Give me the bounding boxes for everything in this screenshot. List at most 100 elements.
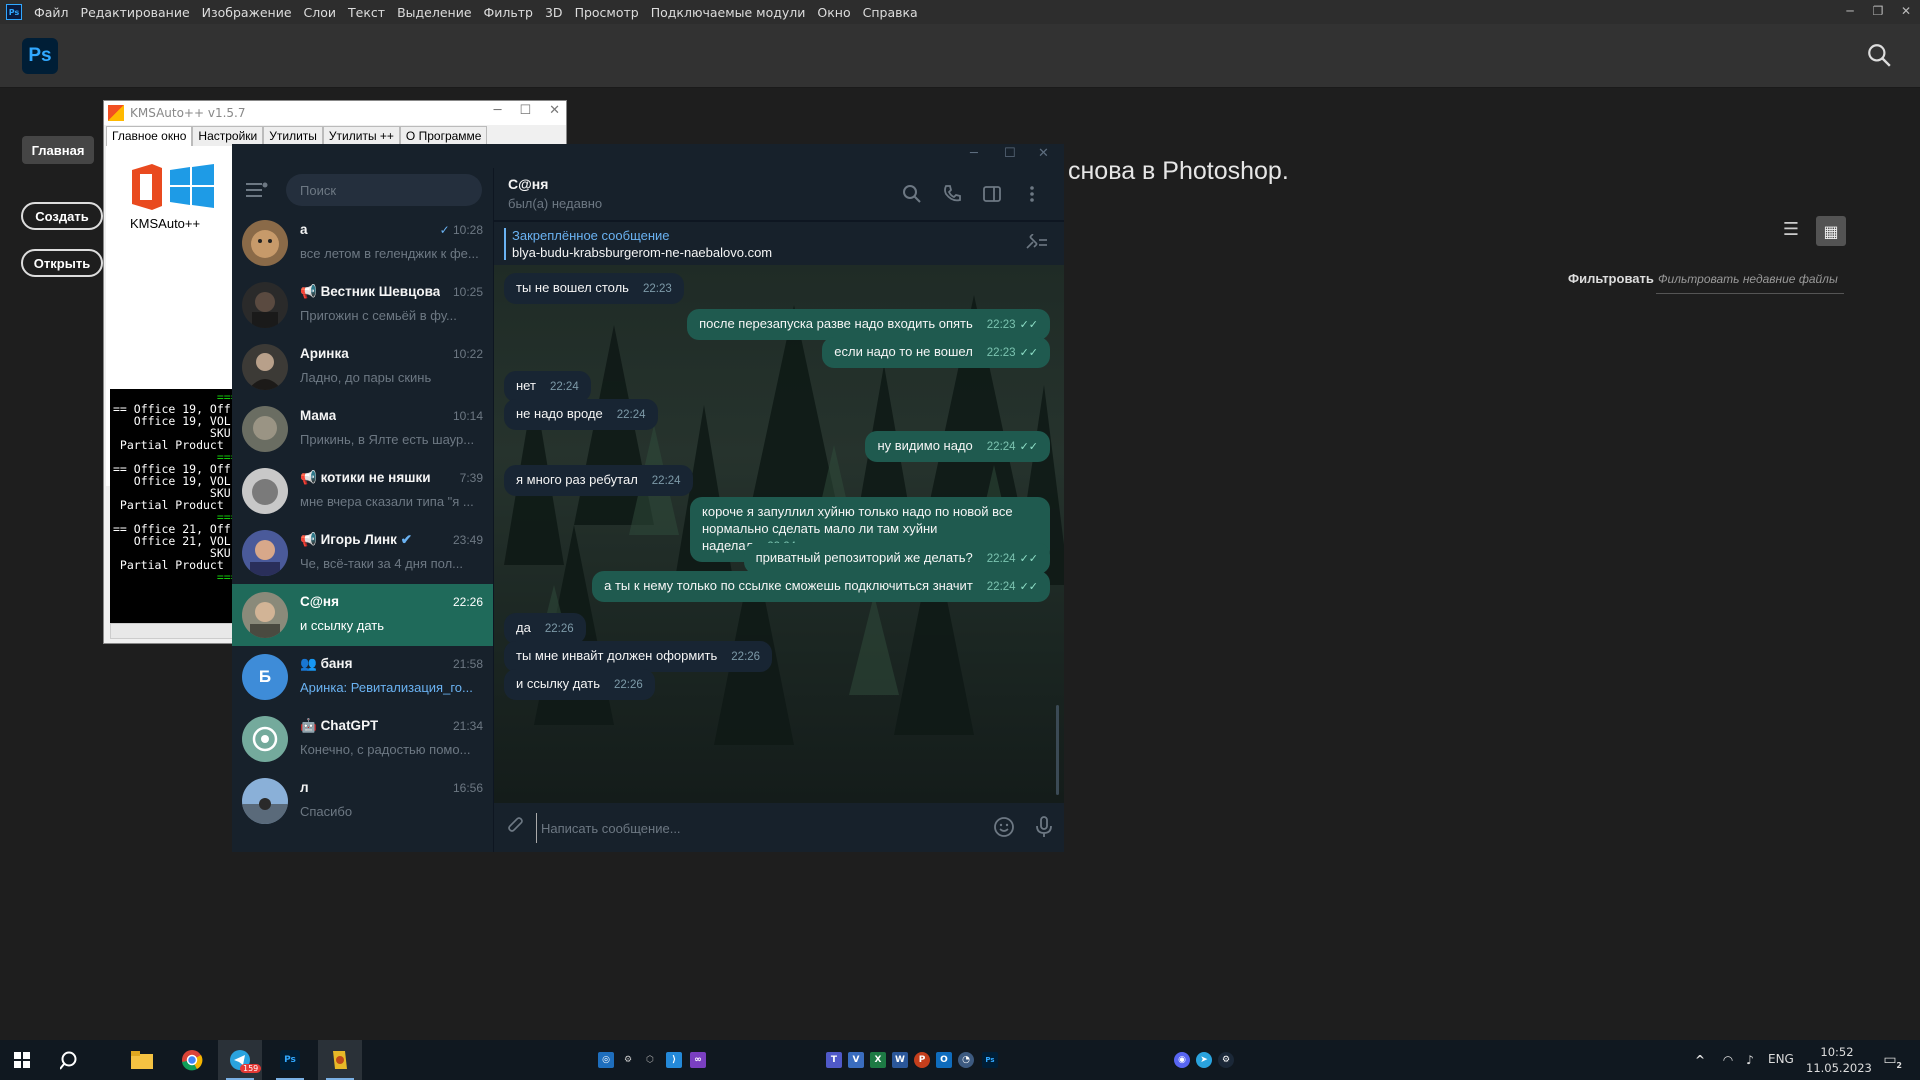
- search-icon[interactable]: [1866, 42, 1892, 68]
- open-button[interactable]: Открыть: [21, 249, 103, 277]
- chat-item-arinka[interactable]: Аринка 10:22 Ладно, до пары скинь: [232, 336, 493, 398]
- restore-icon[interactable]: ❐: [1864, 0, 1892, 22]
- minimize-icon[interactable]: ─: [494, 103, 502, 118]
- outgoing-message[interactable]: если надо то не вошел 22:23 ✓✓: [822, 337, 1050, 368]
- vscode-icon[interactable]: ⟩: [666, 1052, 682, 1068]
- incoming-message[interactable]: и ссылку дать 22:26: [504, 669, 655, 700]
- chat-item-banya[interactable]: Б 👥 баня 21:58 Аринка: Ревитализация_го.…: [232, 646, 493, 708]
- photoshop-pinned-icon[interactable]: Ps: [982, 1052, 998, 1068]
- tab-utilities[interactable]: Утилиты: [263, 126, 323, 146]
- outgoing-message[interactable]: а ты к нему только по ссылке сможешь под…: [592, 571, 1050, 602]
- incoming-message[interactable]: нет 22:24: [504, 371, 591, 402]
- menu-filter[interactable]: Фильтр: [478, 5, 539, 20]
- message-text: не надо вроде: [516, 406, 603, 421]
- telegram-tray-icon[interactable]: ➤: [1196, 1052, 1212, 1068]
- taskbar-telegram[interactable]: 159: [218, 1040, 262, 1080]
- minimize-icon[interactable]: ─: [970, 146, 978, 161]
- incoming-message[interactable]: ты мне инвайт должен оформить 22:26: [504, 641, 773, 672]
- more-icon[interactable]: [1022, 184, 1042, 204]
- filter-recent-input[interactable]: [1656, 264, 1844, 294]
- chevron-up-icon[interactable]: ^: [1692, 1052, 1708, 1068]
- message-input[interactable]: [536, 813, 976, 843]
- chat-scrollbar[interactable]: [1056, 705, 1059, 795]
- menu-icon[interactable]: [246, 182, 268, 198]
- visio-icon[interactable]: V: [848, 1052, 864, 1068]
- start-button[interactable]: [0, 1040, 44, 1080]
- incoming-message[interactable]: ты не вошел столь 22:23: [504, 273, 684, 304]
- tab-settings[interactable]: Настройки: [192, 126, 264, 146]
- menu-window[interactable]: Окно: [811, 5, 856, 20]
- taskbar-chrome[interactable]: [170, 1040, 214, 1080]
- emoji-icon[interactable]: [992, 815, 1016, 839]
- incoming-message[interactable]: не надо вроде 22:24: [504, 399, 658, 430]
- maximize-icon[interactable]: ☐: [1004, 146, 1016, 161]
- menu-help[interactable]: Справка: [857, 5, 924, 20]
- tray-app-icon-2[interactable]: ⚙: [620, 1052, 636, 1068]
- volume-icon[interactable]: ♪: [1742, 1052, 1758, 1068]
- menu-view[interactable]: Просмотр: [569, 5, 645, 20]
- menu-text[interactable]: Текст: [342, 5, 391, 20]
- chat-item-kotiki[interactable]: 📢 котики не няшки 7:39 мне вчера сказали…: [232, 460, 493, 522]
- attach-icon[interactable]: [506, 817, 526, 837]
- chat-item-vestnik[interactable]: 📢 Вестник Шевцова 10:25 Пригожин с семьё…: [232, 274, 493, 336]
- menu-3d[interactable]: 3D: [539, 5, 569, 20]
- excel-icon[interactable]: X: [870, 1052, 886, 1068]
- language-indicator[interactable]: ENG: [1768, 1052, 1794, 1066]
- menu-image[interactable]: Изображение: [196, 5, 298, 20]
- teams-icon[interactable]: T: [826, 1052, 842, 1068]
- tray-app-icon-3[interactable]: ⬡: [642, 1052, 658, 1068]
- chat-item-l[interactable]: л 16:56 Спасибо: [232, 770, 493, 832]
- taskbar-photoshop[interactable]: Ps: [268, 1040, 312, 1080]
- wifi-icon[interactable]: ◠: [1720, 1052, 1736, 1068]
- chat-search-input[interactable]: [286, 174, 482, 206]
- close-icon[interactable]: ✕: [1038, 146, 1049, 161]
- outlook-icon[interactable]: O: [936, 1052, 952, 1068]
- menu-file[interactable]: Файл: [28, 5, 75, 20]
- clock[interactable]: 10:52 11.05.2023: [1806, 1044, 1872, 1076]
- list-view-icon[interactable]: ☰: [1778, 216, 1804, 242]
- pinned-list-icon[interactable]: [1024, 234, 1048, 252]
- phone-icon[interactable]: [942, 184, 962, 204]
- app-icon-circle[interactable]: ◔: [958, 1052, 974, 1068]
- notifications-icon[interactable]: ▭ 2: [1880, 1052, 1902, 1070]
- incoming-message[interactable]: да 22:26: [504, 613, 586, 644]
- tray-app-icon-1[interactable]: ◎: [598, 1052, 614, 1068]
- taskbar-kmsauto[interactable]: [318, 1040, 362, 1080]
- outgoing-message[interactable]: приватный репозиторий же делать? 22:24 ✓✓: [743, 543, 1050, 574]
- menu-plugins[interactable]: Подключаемые модули: [645, 5, 812, 20]
- powerpoint-icon[interactable]: P: [914, 1052, 930, 1068]
- peer-name[interactable]: С@ня: [508, 176, 548, 192]
- outgoing-message[interactable]: после перезапуска разве надо входить опя…: [687, 309, 1050, 340]
- steam-icon[interactable]: ⚙: [1218, 1052, 1234, 1068]
- chat-item-igor[interactable]: 📢 Игорь Линк ✔ 23:49 Че, всё-таки за 4 д…: [232, 522, 493, 584]
- outgoing-message[interactable]: ну видимо надо 22:24 ✓✓: [865, 431, 1050, 462]
- chat-item-mama[interactable]: Мама 10:14 Прикинь, в Ялте есть шаур...: [232, 398, 493, 460]
- maximize-icon[interactable]: ☐: [519, 103, 531, 118]
- incoming-message[interactable]: я много раз ребутал 22:24: [504, 465, 693, 496]
- menu-edit[interactable]: Редактирование: [75, 5, 196, 20]
- menu-select[interactable]: Выделение: [391, 5, 477, 20]
- word-icon[interactable]: W: [892, 1052, 908, 1068]
- pinned-message-bar[interactable]: Закреплённое сообщение blya-budu-krabsbu…: [494, 221, 1064, 265]
- grid-view-icon[interactable]: ▦: [1816, 216, 1846, 246]
- menu-layers[interactable]: Слои: [298, 5, 343, 20]
- search-icon[interactable]: [902, 184, 922, 204]
- home-tab[interactable]: Главная: [22, 136, 94, 164]
- microphone-icon[interactable]: [1032, 815, 1056, 839]
- chat-item-sanya[interactable]: С@ня 22:26 и ссылку дать: [232, 584, 493, 646]
- visual-studio-icon[interactable]: ∞: [690, 1052, 706, 1068]
- discord-icon[interactable]: ◉: [1174, 1052, 1190, 1068]
- close-icon[interactable]: ✕: [1892, 0, 1920, 22]
- sidebar-toggle-icon[interactable]: [982, 184, 1002, 204]
- taskbar-explorer[interactable]: [120, 1040, 164, 1080]
- create-button[interactable]: Создать: [21, 202, 103, 230]
- tab-utilities-plus[interactable]: Утилиты ++: [322, 126, 400, 146]
- close-icon[interactable]: ✕: [549, 103, 560, 118]
- chat-item-a[interactable]: а ✓ 10:28 все летом в геленджик к фе...: [232, 212, 493, 274]
- tab-main[interactable]: Главное окно: [106, 126, 193, 146]
- taskbar-search[interactable]: [48, 1040, 92, 1080]
- kms-console-scrollbar[interactable]: [110, 623, 240, 639]
- chat-item-chatgpt[interactable]: 🤖 ChatGPT 21:34 Конечно, с радостью помо…: [232, 708, 493, 770]
- minimize-icon[interactable]: ─: [1836, 0, 1864, 22]
- tab-about[interactable]: О Программе: [399, 126, 488, 146]
